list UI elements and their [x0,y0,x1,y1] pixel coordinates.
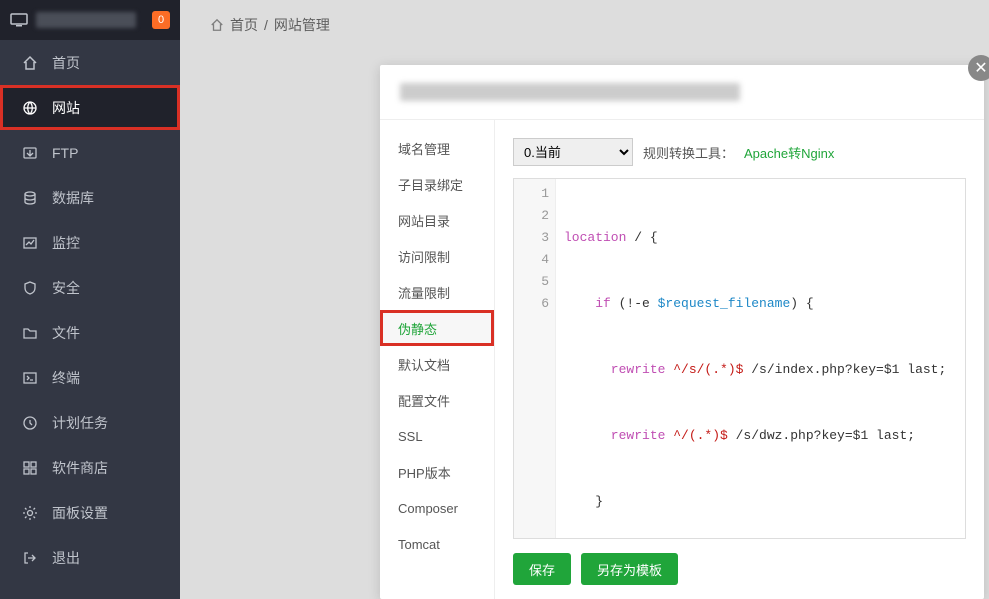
site-settings-modal: ✕ 域名管理 子目录绑定 网站目录 访问限制 流量限制 伪静态 默认文档 配置文… [380,65,984,599]
chart-icon [22,235,38,251]
modal-tab-composer[interactable]: Composer [380,490,494,526]
grid-icon [22,460,38,476]
modal-tab-webdir[interactable]: 网站目录 [380,202,494,238]
close-icon: ✕ [974,58,987,78]
main-sidebar: 0 首页 网站 FTP 数据库 监控 安全 文件 终端 计划任务 软件商店 [0,0,180,599]
panel-title-blurred [36,12,136,28]
modal-header [380,65,984,120]
sidebar-item-settings[interactable]: 面板设置 [0,490,180,535]
shield-icon [22,280,38,296]
sidebar-item-files[interactable]: 文件 [0,310,180,355]
modal-tab-subdir[interactable]: 子目录绑定 [380,166,494,202]
globe-icon [22,100,38,116]
sidebar-item-label: 网站 [52,98,80,118]
monitor-icon [10,13,28,27]
modal-buttons: 保存 另存为模板 [513,539,966,599]
sidebar-item-label: 首页 [52,53,80,73]
save-button[interactable]: 保存 [513,553,571,585]
code-editor[interactable]: 1 2 3 4 5 6 location / { if (!-e $reques… [513,178,966,539]
modal-tab-ssl[interactable]: SSL [380,418,494,454]
sidebar-item-ftp[interactable]: FTP [0,130,180,175]
clock-icon [22,415,38,431]
ftp-icon [22,145,38,161]
toolbar-label: 规则转换工具： [643,143,734,162]
logout-icon [22,550,38,566]
modal-tab-domain[interactable]: 域名管理 [380,130,494,166]
sidebar-item-cron[interactable]: 计划任务 [0,400,180,445]
sidebar-item-appstore[interactable]: 软件商店 [0,445,180,490]
sidebar-item-monitor[interactable]: 监控 [0,220,180,265]
sidebar-item-label: 面板设置 [52,503,108,523]
main-area: 首页 / 网站管理 ✕ 域名管理 子目录绑定 网站目录 访问限制 流量限制 伪静… [180,0,989,599]
folder-icon [22,325,38,341]
modal-tab-config[interactable]: 配置文件 [380,382,494,418]
sidebar-item-label: 监控 [52,233,80,253]
modal-tab-rewrite[interactable]: 伪静态 [380,310,494,346]
modal-close-button[interactable]: ✕ [968,55,989,81]
editor-code[interactable]: location / { if (!-e $request_filename) … [556,179,965,538]
sidebar-item-security[interactable]: 安全 [0,265,180,310]
sidebar-item-label: 退出 [52,548,80,568]
sidebar-item-logout[interactable]: 退出 [0,535,180,580]
save-as-template-button[interactable]: 另存为模板 [581,553,678,585]
terminal-icon [22,370,38,386]
sidebar-item-label: FTP [52,145,78,161]
sidebar-item-database[interactable]: 数据库 [0,175,180,220]
sidebar-topbar: 0 [0,0,180,40]
gear-icon [22,505,38,521]
editor-gutter: 1 2 3 4 5 6 [514,179,556,538]
sidebar-item-home[interactable]: 首页 [0,40,180,85]
sidebar-item-label: 数据库 [52,188,94,208]
modal-tab-bandwidth[interactable]: 流量限制 [380,274,494,310]
database-icon [22,190,38,206]
apache-to-nginx-link[interactable]: Apache转Nginx [744,143,834,162]
modal-body: 域名管理 子目录绑定 网站目录 访问限制 流量限制 伪静态 默认文档 配置文件 … [380,120,984,599]
sidebar-item-label: 计划任务 [52,413,108,433]
modal-tab-access[interactable]: 访问限制 [380,238,494,274]
modal-tab-defaultdoc[interactable]: 默认文档 [380,346,494,382]
sidebar-item-label: 软件商店 [52,458,108,478]
notification-badge[interactable]: 0 [152,11,170,29]
modal-content: 0.当前 规则转换工具： Apache转Nginx 1 2 3 4 5 6 [495,120,984,599]
sidebar-item-label: 文件 [52,323,80,343]
rewrite-toolbar: 0.当前 规则转换工具： Apache转Nginx [513,138,966,166]
sidebar-item-website[interactable]: 网站 [0,85,180,130]
modal-sidebar: 域名管理 子目录绑定 网站目录 访问限制 流量限制 伪静态 默认文档 配置文件 … [380,120,495,599]
sidebar-item-label: 终端 [52,368,80,388]
rewrite-template-select[interactable]: 0.当前 [513,138,633,166]
home-icon [22,55,38,71]
sidebar-item-label: 安全 [52,278,80,298]
sidebar-item-terminal[interactable]: 终端 [0,355,180,400]
modal-tab-php[interactable]: PHP版本 [380,454,494,490]
modal-title-blurred [400,83,740,101]
modal-tab-tomcat[interactable]: Tomcat [380,526,494,562]
